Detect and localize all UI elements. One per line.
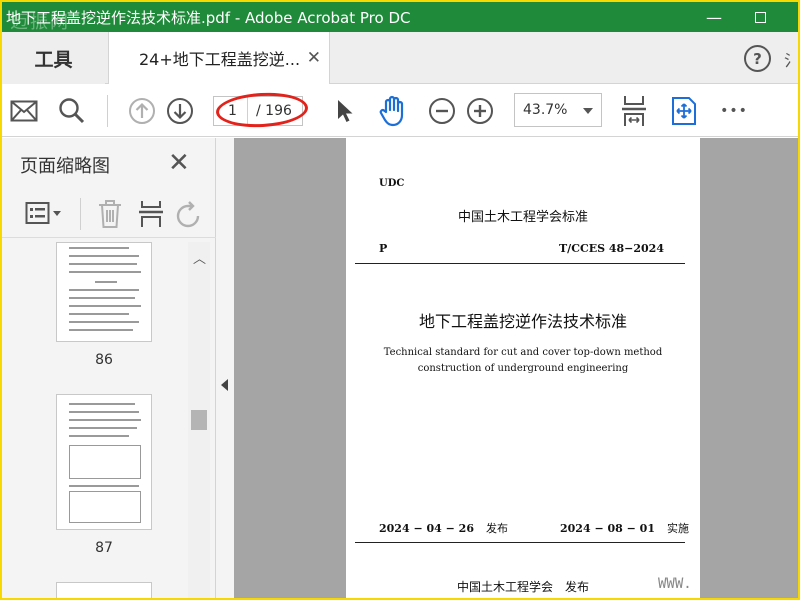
page-navigator: / 196 (213, 96, 303, 126)
tab-bar: 工具 24+地下工程盖挖逆... ✕ ? 氵 (2, 32, 798, 84)
thumbnail-page-number: 86 (95, 352, 113, 368)
page-count: / 196 (256, 103, 292, 119)
minimize-button[interactable]: — (692, 2, 736, 32)
arrow-down-circle-icon (167, 98, 193, 124)
options-list-icon (25, 202, 61, 224)
email-button[interactable] (8, 97, 40, 125)
issue-date-value: 2024 − 04 − 26 (379, 522, 474, 535)
help-icon[interactable]: ? (744, 45, 771, 72)
trash-icon (99, 200, 121, 228)
minimize-icon: — (706, 7, 722, 27)
cut-off-tab: 氵 (784, 51, 798, 70)
effective-label: 实施 (666, 522, 689, 535)
document-view[interactable]: UDC 中国土木工程学会标准 P T/CCES 48−2024 地下工程盖挖逆作… (234, 138, 798, 598)
udc-label: UDC (379, 178, 405, 189)
thumbnail-list: 86 87 (2, 242, 192, 598)
toolbar: / 196 43.7% ••• (2, 85, 798, 137)
hand-icon (379, 95, 404, 127)
pdf-page: UDC 中国土木工程学会标准 P T/CCES 48−2024 地下工程盖挖逆作… (346, 138, 700, 598)
rotate-icon (176, 201, 200, 228)
zoom-level-select[interactable]: 43.7% (514, 93, 602, 127)
zoom-out-icon (429, 98, 455, 124)
thumbnail-page[interactable] (56, 582, 152, 598)
thumbnail-table (69, 445, 141, 479)
tab-document-label: 24+地下工程盖挖逆... (139, 50, 301, 69)
full-screen-button[interactable] (668, 94, 700, 128)
acrobat-window: 地下工程盖挖逆作法技术标准.pdf - Adobe Acrobat Pro DC… (2, 2, 798, 598)
fit-page-icon (622, 96, 646, 126)
thumbnail-table (69, 491, 141, 523)
insert-page-icon (139, 201, 163, 227)
more-tools-icon[interactable]: ••• (718, 97, 750, 125)
issue-label: 发布 (485, 522, 508, 535)
watermark: 迈振网 (10, 12, 70, 33)
search-button[interactable] (56, 95, 88, 127)
tab-document[interactable]: 24+地下工程盖挖逆... ✕ (108, 32, 330, 84)
panel-toolbar (2, 190, 216, 238)
document-title-cn: 地下工程盖挖逆作法技术标准 (418, 312, 627, 331)
title-bar: 地下工程盖挖逆作法技术标准.pdf - Adobe Acrobat Pro DC… (2, 2, 798, 33)
previous-page-button[interactable] (126, 95, 158, 127)
options-menu-button[interactable] (24, 198, 64, 228)
hand-tool-button[interactable] (376, 93, 410, 129)
issue-date: 2024 − 04 − 26 发布 (379, 520, 508, 536)
thumbnail-scrollbar[interactable]: ︿ (188, 242, 210, 598)
zoom-in-button[interactable] (464, 95, 496, 127)
tab-close-icon[interactable]: ✕ (307, 48, 321, 68)
publisher: 中国土木工程学会 发布 (456, 580, 589, 594)
search-icon (59, 98, 85, 124)
document-title-en-line1: Technical standard for cut and cover top… (383, 347, 663, 358)
thumbnail-page-number: 87 (95, 540, 113, 556)
panel-title: 页面缩略图 (20, 156, 110, 177)
insert-page-button[interactable] (136, 198, 166, 230)
effective-date: 2024 − 08 − 01 实施 (560, 520, 689, 536)
collapse-left-icon (221, 379, 228, 391)
standard-org: 中国土木工程学会标准 (457, 210, 588, 225)
toolbar-separator (107, 95, 108, 127)
document-title-en-line2: construction of underground engineering (417, 363, 629, 374)
close-panel-icon[interactable]: ✕ (168, 148, 190, 178)
fit-page-button[interactable] (618, 93, 650, 129)
next-page-button[interactable] (164, 95, 196, 127)
select-tool-button[interactable] (332, 95, 358, 127)
arrow-up-circle-icon (129, 98, 155, 124)
delete-pages-button[interactable] (94, 198, 126, 230)
maximize-button[interactable] (738, 2, 782, 32)
thumbnail-page[interactable] (56, 242, 152, 342)
thumbnail-page[interactable] (56, 394, 152, 530)
email-icon (10, 100, 38, 122)
zoom-in-icon (467, 98, 493, 124)
divider (355, 542, 685, 543)
rotate-page-button[interactable] (174, 198, 204, 230)
maximize-icon (754, 11, 766, 23)
divider (355, 263, 685, 264)
zoom-value: 43.7% (523, 102, 568, 118)
www-watermark: WWW. (658, 576, 692, 592)
tab-tools[interactable]: 工具 (2, 32, 105, 84)
standard-code: T/CCES 48−2024 (558, 242, 664, 255)
page-thumbnails-panel: 页面缩略图 ✕ 86 87 ︿ (2, 138, 216, 598)
scroll-thumb[interactable] (191, 410, 207, 430)
full-screen-icon (672, 97, 696, 125)
category-code: P (379, 242, 388, 255)
zoom-out-button[interactable] (426, 95, 458, 127)
effective-date-value: 2024 − 08 − 01 (560, 522, 655, 535)
panel-separator (80, 198, 81, 230)
cursor-arrow-icon (338, 100, 353, 122)
chevron-up-icon[interactable]: ︿ (193, 248, 206, 267)
panel-collapse-handle[interactable] (216, 138, 234, 598)
page-number-input[interactable] (214, 97, 248, 125)
chevron-down-icon (583, 108, 593, 114)
